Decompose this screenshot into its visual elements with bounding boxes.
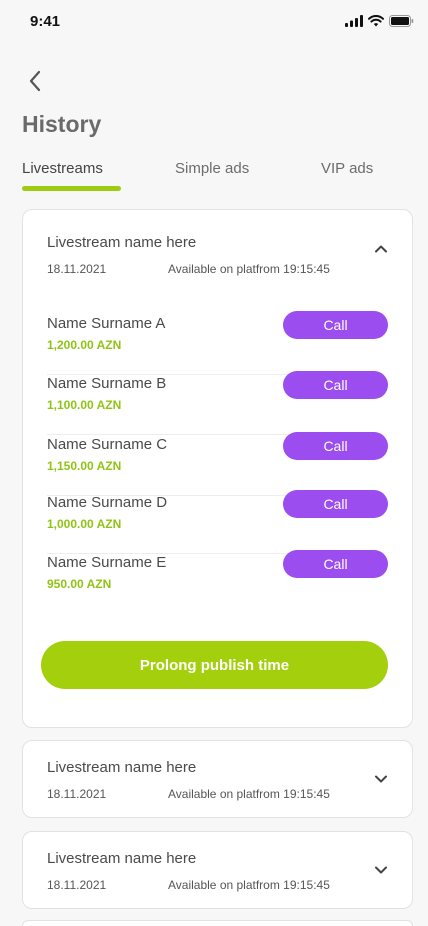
bidder-row: Name Surname D 1,000.00 AZN Call — [47, 490, 388, 554]
tab-livestreams[interactable]: Livestreams — [22, 160, 103, 177]
bidder-amount: 1,000.00 AZN — [47, 517, 122, 531]
livestream-card-collapsed[interactable]: Livestream name here 18.11.2021 Availabl… — [22, 740, 413, 818]
card-date: 18.11.2021 — [47, 878, 107, 892]
bidder-row: Name Surname B 1,100.00 AZN Call — [47, 371, 388, 435]
bidder-name: Name Surname A — [47, 315, 166, 332]
livestream-card-expanded: Livestream name here 18.11.2021 Availabl… — [22, 209, 413, 728]
call-button[interactable]: Call — [283, 490, 388, 518]
bidder-name: Name Surname E — [47, 554, 167, 571]
card-date: 18.11.2021 — [47, 262, 107, 276]
chevron-left-icon — [29, 70, 41, 92]
bidder-name: Name Surname D — [47, 494, 168, 511]
card-availability: Available on platfrom 19:15:45 — [168, 262, 330, 276]
status-bar: 9:41 — [0, 0, 428, 44]
bidder-row: Name Surname E 950.00 AZN Call — [47, 550, 388, 614]
active-tab-indicator — [22, 186, 121, 191]
card-availability: Available on platfrom 19:15:45 — [168, 878, 330, 892]
bidder-name: Name Surname B — [47, 375, 167, 392]
bidder-amount: 1,200.00 AZN — [47, 338, 122, 352]
bidder-amount: 950.00 AZN — [47, 577, 112, 591]
call-button[interactable]: Call — [283, 432, 388, 460]
card-title: Livestream name here — [47, 850, 197, 867]
tab-simple-ads[interactable]: Simple ads — [175, 160, 249, 177]
bidder-row: Name Surname C 1,150.00 AZN Call — [47, 432, 388, 496]
status-time: 9:41 — [30, 13, 61, 30]
card-title: Livestream name here — [47, 759, 197, 776]
bidder-name: Name Surname C — [47, 436, 168, 453]
battery-icon — [389, 15, 414, 27]
livestream-card-collapsed[interactable]: Livestream name here 18.11.2021 Availabl… — [22, 831, 413, 909]
call-button[interactable]: Call — [283, 550, 388, 578]
signal-icon — [345, 15, 363, 27]
bidder-amount: 1,100.00 AZN — [47, 398, 122, 412]
card-title: Livestream name here — [47, 234, 197, 251]
tab-bar: Livestreams Simple ads VIP ads — [22, 158, 406, 194]
status-icons — [345, 15, 414, 27]
call-button[interactable]: Call — [283, 371, 388, 399]
bidder-amount: 1,150.00 AZN — [47, 459, 122, 473]
chevron-down-icon[interactable] — [372, 861, 390, 879]
prolong-publish-button[interactable]: Prolong publish time — [41, 641, 388, 689]
back-button[interactable] — [22, 68, 48, 94]
bidder-row: Name Surname A 1,200.00 AZN Call — [47, 311, 388, 375]
wifi-icon — [368, 15, 384, 27]
page-title: History — [22, 111, 102, 137]
tab-vip-ads[interactable]: VIP ads — [321, 160, 373, 177]
chevron-up-icon[interactable] — [372, 240, 390, 258]
card-date: 18.11.2021 — [47, 787, 107, 801]
call-button[interactable]: Call — [283, 311, 388, 339]
livestream-card-partial — [22, 920, 413, 926]
card-availability: Available on platfrom 19:15:45 — [168, 787, 330, 801]
chevron-down-icon[interactable] — [372, 770, 390, 788]
